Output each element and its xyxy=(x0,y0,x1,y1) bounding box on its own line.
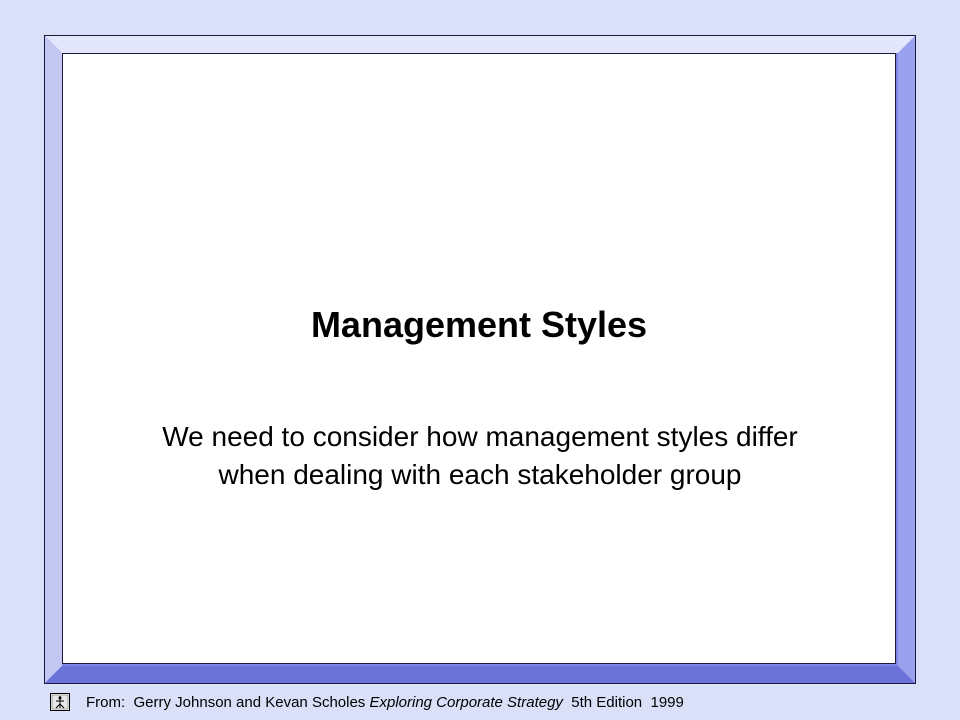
footer-prefix: From: Gerry Johnson and Kevan Scholes xyxy=(86,693,370,711)
slide-body-text: We need to consider how management style… xyxy=(162,421,798,490)
footer-text: From: Gerry Johnson and Kevan Scholes Ex… xyxy=(86,694,684,711)
footer-citation: From: Gerry Johnson and Kevan Scholes Ex… xyxy=(50,690,684,714)
book-icon xyxy=(50,693,70,711)
slide-content: Management Styles We need to consider ho… xyxy=(62,53,896,664)
footer-suffix: 5th Edition 1999 xyxy=(562,693,684,711)
slide-title: Management Styles xyxy=(310,304,648,345)
slide-frame: Management Styles We need to consider ho… xyxy=(44,35,916,684)
footer-book-title: Exploring Corporate Strategy xyxy=(369,693,563,711)
